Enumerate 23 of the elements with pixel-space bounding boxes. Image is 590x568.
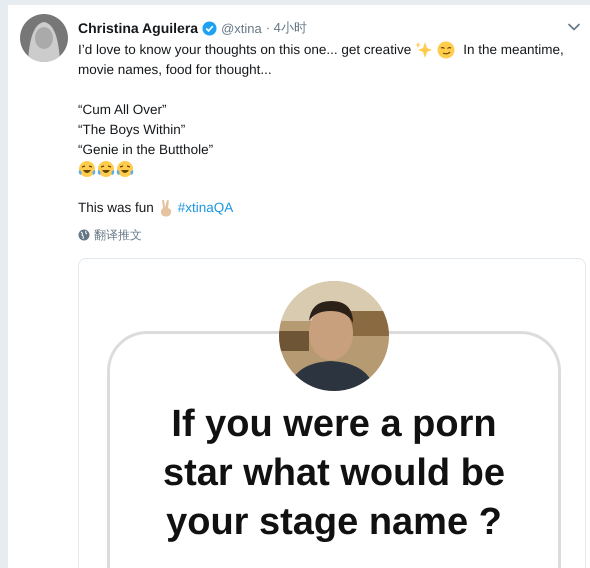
globe-icon xyxy=(78,229,90,241)
card-heading: star what would be xyxy=(162,451,506,496)
tweet-text: “Genie in the Butthole” xyxy=(78,141,214,159)
laughing-face-icon xyxy=(116,160,134,178)
tweet-text: This was fun xyxy=(78,199,154,217)
tweet-text: “Cum All Over” xyxy=(78,101,167,119)
tweet-time[interactable]: · 4小时 xyxy=(266,19,307,37)
tweet-text: movie names, food for thought... xyxy=(78,61,272,79)
translate-link[interactable]: 翻译推文 xyxy=(94,226,142,244)
smiling-face-icon xyxy=(437,41,456,59)
avatar[interactable] xyxy=(20,14,68,62)
card-heading: If you were a porn xyxy=(171,402,497,447)
laughing-face-icon xyxy=(97,160,115,178)
sparkles-icon xyxy=(415,41,434,59)
tweet-text: “The Boys Within” xyxy=(78,121,186,139)
laughing-face-icon xyxy=(78,160,96,178)
card-heading: your stage name ? xyxy=(166,500,502,545)
embedded-image-card[interactable]: If you were a porn star what would be your stage name ? xyxy=(78,258,586,568)
tweet-text: In the meantime, xyxy=(463,41,564,59)
author-handle[interactable]: @xtina xyxy=(221,20,262,36)
hashtag-link[interactable]: #xtinaQA xyxy=(178,198,234,218)
author-name[interactable]: Christina Aguilera xyxy=(78,20,198,36)
tweet-text: I’d love to know your thoughts on this one... get creative xyxy=(78,41,412,59)
